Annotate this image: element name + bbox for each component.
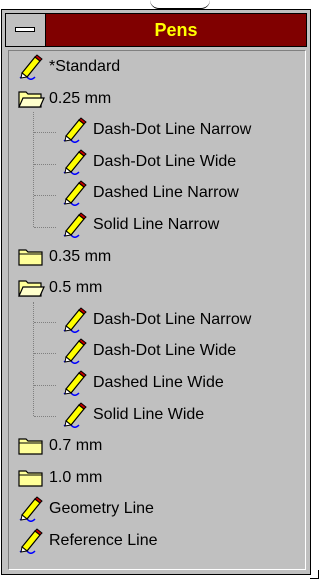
folder-item-0-25-mm[interactable]: 0.25 mm xyxy=(17,85,111,113)
pens-window: Pens *Standard 0.25 mm Dash-Dot Line Nar… xyxy=(1,9,319,579)
folder-closed-icon xyxy=(17,432,47,460)
pen-item-dash-dot-line-wide[interactable]: Dash-Dot Line Wide xyxy=(61,337,236,365)
pen-icon xyxy=(17,527,47,555)
folder-item-0-35-mm[interactable]: 0.35 mm xyxy=(17,243,111,271)
pen-item-solid-line-narrow[interactable]: Solid Line Narrow xyxy=(61,211,219,239)
decorative-curve xyxy=(150,0,210,9)
tree-connector-branch xyxy=(34,226,56,228)
pen-item-standard[interactable]: *Standard xyxy=(17,53,120,81)
tree-connector-branch xyxy=(34,416,56,418)
item-label: Dash-Dot Line Narrow xyxy=(93,121,252,139)
pen-icon xyxy=(61,179,91,207)
pen-icon xyxy=(61,148,91,176)
item-label: 0.35 mm xyxy=(49,247,112,265)
item-label: Geometry Line xyxy=(49,500,154,518)
item-label: Dash-Dot Line Wide xyxy=(93,152,237,170)
title-bar[interactable]: Pens xyxy=(5,13,307,47)
pen-icon xyxy=(61,337,91,365)
item-label: Solid Line Narrow xyxy=(93,216,220,233)
item-label: Solid Line Wide xyxy=(93,405,205,423)
item-label: 1.0 mm xyxy=(49,468,103,486)
tree-connector-branch xyxy=(34,384,56,386)
item-label: Dashed Line Wide xyxy=(93,374,224,391)
item-label: 0.5 mm xyxy=(49,279,103,297)
resize-corner[interactable] xyxy=(310,570,319,579)
pen-icon xyxy=(17,53,47,81)
folder-item-0-5-mm[interactable]: 0.5 mm xyxy=(17,274,102,302)
pen-tree-list[interactable]: *Standard 0.25 mm Dash-Dot Line Narrow D… xyxy=(8,50,306,570)
folder-item-1-0-mm[interactable]: 1.0 mm xyxy=(17,464,102,492)
item-label: *Standard xyxy=(49,58,121,75)
pen-item-solid-line-wide[interactable]: Solid Line Wide xyxy=(61,401,204,429)
tree-connector-branch xyxy=(34,132,56,133)
pen-icon xyxy=(61,369,91,397)
tree-connector-line xyxy=(33,112,34,227)
system-menu-button[interactable] xyxy=(6,14,46,46)
pen-icon xyxy=(17,495,47,523)
folder-closed-icon xyxy=(17,464,47,492)
pen-item-dash-dot-line-narrow[interactable]: Dash-Dot Line Narrow xyxy=(61,306,251,334)
pen-item-reference-line[interactable]: Reference Line xyxy=(17,527,158,555)
item-label: Dash-Dot Line Wide xyxy=(93,342,237,360)
item-label: Dashed Line Narrow xyxy=(93,184,239,202)
pen-icon xyxy=(61,116,91,144)
pen-icon xyxy=(61,306,91,334)
tree-connector-branch xyxy=(34,163,56,165)
pen-item-dashed-line-narrow[interactable]: Dashed Line Narrow xyxy=(61,179,239,207)
system-menu-icon xyxy=(15,27,35,32)
item-label: 0.7 mm xyxy=(49,437,103,455)
item-label: Reference Line xyxy=(49,532,158,549)
folder-open-icon xyxy=(17,85,47,113)
item-label: Dash-Dot Line Narrow xyxy=(93,310,252,328)
tree-connector-line xyxy=(33,301,34,417)
pen-item-dashed-line-wide[interactable]: Dashed Line Wide xyxy=(61,369,224,397)
folder-item-0-7-mm[interactable]: 0.7 mm xyxy=(17,432,102,460)
tree-connector-branch xyxy=(34,195,56,197)
tree-connector-branch xyxy=(34,321,56,323)
item-label: 0.25 mm xyxy=(49,89,112,107)
pen-item-dash-dot-line-wide[interactable]: Dash-Dot Line Wide xyxy=(61,148,236,176)
folder-open-icon xyxy=(17,274,47,302)
tree-connector-branch xyxy=(34,353,56,355)
folder-closed-icon xyxy=(17,243,47,271)
window-title: Pens xyxy=(154,20,198,40)
pen-item-geometry-line[interactable]: Geometry Line xyxy=(17,495,154,523)
pen-icon xyxy=(61,401,91,429)
pen-icon xyxy=(61,211,91,239)
pen-item-dash-dot-line-narrow[interactable]: Dash-Dot Line Narrow xyxy=(61,116,251,144)
